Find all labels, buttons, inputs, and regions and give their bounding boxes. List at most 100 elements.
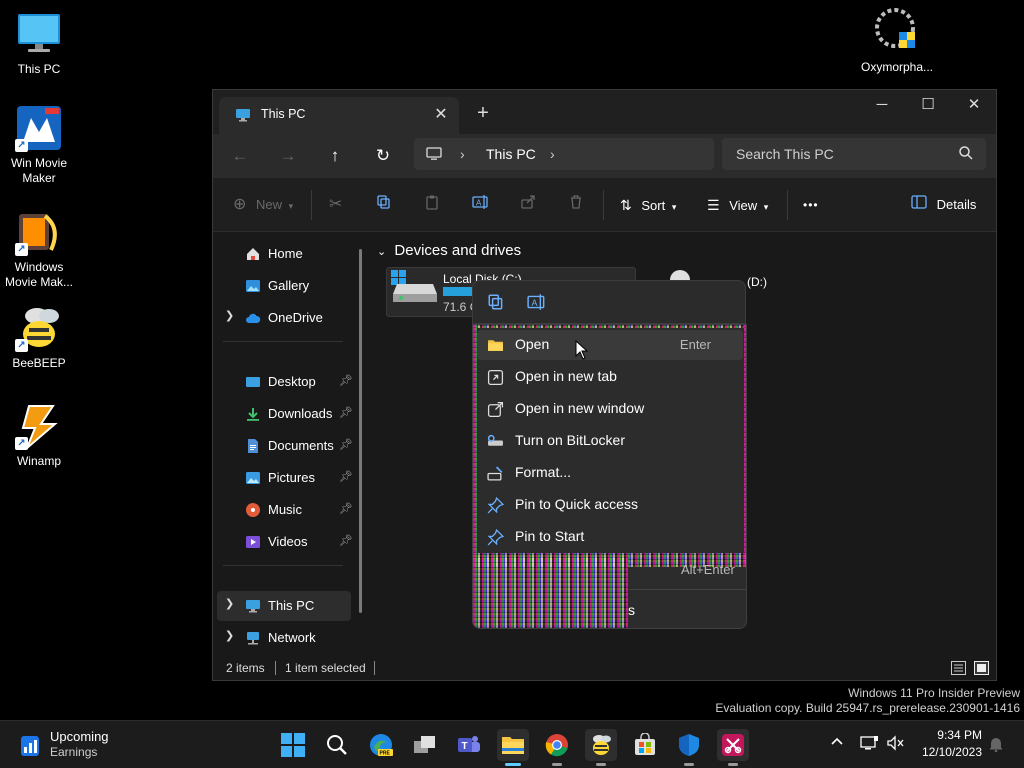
tab-title: This PC — [261, 107, 306, 121]
task-view-button[interactable] — [409, 729, 441, 761]
new-tab-button[interactable]: + — [471, 102, 495, 126]
sidebar-item-downloads[interactable]: Downloads 📌︎ — [217, 399, 353, 429]
taskbar-edge-preview[interactable]: PRE — [365, 729, 397, 761]
pin-icon[interactable]: 📌︎ — [339, 438, 353, 451]
group-header-label: Devices and drives — [394, 242, 522, 259]
sidebar-scrollbar[interactable] — [359, 249, 362, 613]
taskbar-defender[interactable] — [673, 729, 705, 766]
taskbar-snipping-tool[interactable] — [717, 729, 749, 766]
maximize-button[interactable]: ☐ — [905, 90, 951, 122]
sidebar-item-this-pc[interactable]: ❯ This PC — [217, 591, 351, 621]
pin-icon[interactable]: 📌︎ — [339, 502, 353, 515]
breadcrumb-separator: › — [460, 146, 465, 162]
tab-close-button[interactable]: ✕ — [431, 105, 451, 125]
pin-icon[interactable]: 📌︎ — [339, 470, 353, 483]
tab-this-pc[interactable]: This PC ✕ — [219, 97, 459, 134]
desktop-icon-oxymorpha[interactable]: Oxymorpha... — [858, 8, 936, 75]
chevron-right-icon[interactable]: ❯ — [225, 629, 234, 642]
sidebar-item-videos[interactable]: Videos 📌︎ — [217, 527, 353, 557]
menu-item-bitlocker[interactable]: Turn on BitLocker — [477, 426, 743, 456]
sidebar-item-network[interactable]: ❯ Network — [217, 623, 351, 653]
taskbar-teams[interactable]: T — [453, 729, 485, 761]
clock-time[interactable]: 9:34 PM — [936, 728, 982, 742]
paste-button[interactable] — [424, 194, 440, 216]
address-bar[interactable]: › This PC › — [414, 138, 714, 170]
taskbar-chrome[interactable] — [541, 729, 573, 766]
menu-item-open[interactable]: Open Enter — [477, 330, 743, 360]
menu-item-open-new-window[interactable]: Open in new window — [477, 394, 743, 424]
breadcrumb-chevron[interactable]: › — [550, 146, 555, 162]
minimize-button[interactable]: ─ — [859, 90, 905, 122]
taskbar-store[interactable] — [629, 729, 661, 761]
group-header[interactable]: ⌄ Devices and drives — [377, 242, 521, 259]
network-status-icon[interactable] — [860, 735, 878, 754]
desktop-icon-winamp[interactable]: ↗ Winamp — [1, 402, 77, 469]
sort-button[interactable]: ⇅ Sort ▾ — [620, 194, 676, 216]
copy-icon[interactable] — [487, 293, 507, 313]
desktop-icon-beebeep[interactable]: ↗ BeeBEEP — [1, 304, 77, 371]
trash-icon — [568, 195, 584, 213]
chevron-right-icon[interactable]: ❯ — [225, 597, 234, 610]
breadcrumb-this-pc[interactable]: This PC — [486, 146, 536, 162]
gallery-icon — [245, 278, 261, 294]
menu-item-open-new-tab[interactable]: Open in new tab — [477, 362, 743, 392]
cut-button[interactable]: ✂ — [329, 194, 342, 216]
tiles-view-icon[interactable] — [974, 661, 989, 678]
rename-button[interactable]: A — [472, 194, 490, 216]
winamp-icon: ↗ — [15, 402, 63, 450]
task-view-icon — [413, 735, 437, 758]
sidebar-item-onedrive[interactable]: ❯ OneDrive — [217, 303, 351, 333]
menu-item-pin-quick-access[interactable]: Pin to Quick access — [477, 490, 743, 520]
notification-bell-icon[interactable] — [988, 736, 1004, 755]
details-pane-icon — [911, 195, 931, 212]
sidebar-item-music[interactable]: Music 📌︎ — [217, 495, 353, 525]
desktop-icon-this-pc[interactable]: This PC — [1, 10, 77, 77]
sidebar-item-pictures[interactable]: Pictures 📌︎ — [217, 463, 353, 493]
pin-icon[interactable]: 📌︎ — [339, 534, 353, 547]
desktop-icon-label: BeeBEEP — [12, 356, 66, 370]
pin-icon[interactable]: 📌︎ — [339, 374, 353, 387]
refresh-button[interactable]: ↻ — [368, 142, 398, 170]
view-button[interactable]: ☰ View ▾ — [707, 194, 768, 216]
desktop-icon-win-movie-maker[interactable]: ↗ Win Movie Maker — [1, 104, 77, 186]
chevron-up-icon[interactable] — [830, 735, 844, 752]
details-view-icon[interactable] — [951, 661, 966, 678]
sidebar-item-desktop[interactable]: Desktop 📌︎ — [217, 367, 353, 397]
desktop-icon-label: Oxymorpha... — [860, 60, 934, 74]
sidebar-item-documents[interactable]: Documents 📌︎ — [217, 431, 353, 461]
chevron-right-icon[interactable]: ❯ — [225, 309, 234, 322]
details-button[interactable]: Details — [911, 194, 976, 216]
search-button[interactable] — [321, 729, 353, 761]
pin-icon[interactable]: 📌︎ — [339, 406, 353, 419]
menu-item-pin-start[interactable]: Pin to Start — [477, 522, 743, 552]
menu-item-label: Open — [515, 336, 550, 352]
network-icon — [245, 630, 261, 646]
back-button[interactable]: ← — [225, 142, 255, 170]
clock-date[interactable]: 12/10/2023 — [916, 745, 982, 759]
desktop-icon-windows-movie-maker[interactable]: ↗ Windows Movie Mak... — [1, 208, 77, 290]
copy-button[interactable] — [376, 194, 392, 216]
delete-button[interactable] — [568, 194, 584, 216]
share-button[interactable] — [520, 194, 536, 216]
menu-item-format[interactable]: Format... — [477, 458, 743, 488]
scissors-icon: ✂ — [329, 196, 343, 213]
more-options-button[interactable]: ••• — [803, 194, 819, 216]
close-button[interactable]: ✕ — [951, 90, 996, 122]
sidebar-item-home[interactable]: Home — [217, 239, 351, 269]
new-button[interactable]: ⊕ New ▾ — [233, 194, 293, 216]
search-input[interactable]: Search This PC — [722, 138, 986, 170]
rename-icon[interactable]: A — [527, 293, 547, 313]
taskbar-beebeep[interactable] — [585, 729, 617, 766]
widgets-button[interactable]: Upcoming Earnings — [14, 727, 134, 763]
up-button[interactable]: ↑ — [320, 142, 350, 170]
picture-icon — [245, 470, 261, 486]
forward-button[interactable]: → — [273, 142, 303, 170]
sidebar-item-label: Network — [268, 630, 316, 645]
sidebar-item-gallery[interactable]: Gallery — [217, 271, 351, 301]
menu-item-label: Format... — [515, 464, 572, 480]
taskbar-file-explorer[interactable] — [497, 729, 529, 766]
start-button[interactable] — [277, 729, 309, 761]
volume-muted-icon[interactable] — [886, 735, 904, 754]
divider — [223, 565, 343, 566]
search-icon — [958, 145, 974, 164]
